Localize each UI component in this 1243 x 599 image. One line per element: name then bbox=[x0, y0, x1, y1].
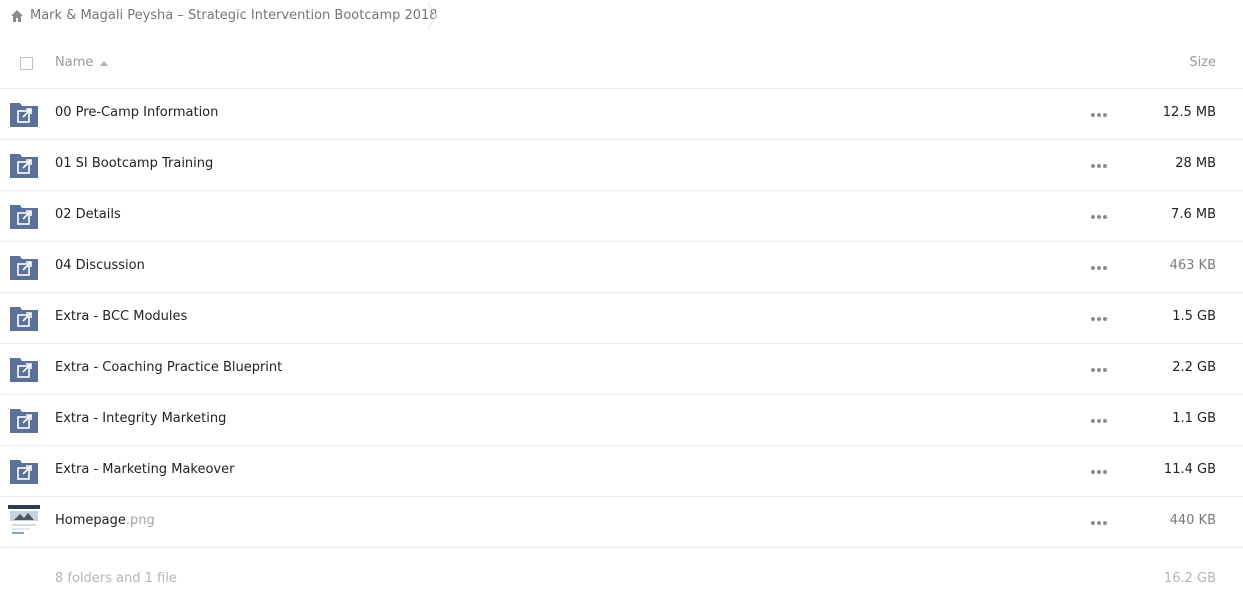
file-size: 440 KB bbox=[1169, 513, 1216, 528]
file-row[interactable]: Extra - Marketing Makeover 11.4 GB bbox=[0, 446, 1243, 497]
file-size: 7.6 MB bbox=[1171, 207, 1216, 222]
file-row[interactable]: Extra - Integrity Marketing 1.1 GB bbox=[0, 395, 1243, 446]
more-actions-icon[interactable] bbox=[1089, 106, 1109, 122]
more-actions-icon[interactable] bbox=[1089, 514, 1109, 530]
file-name[interactable]: 00 Pre-Camp Information bbox=[55, 105, 218, 120]
file-size: 1.1 GB bbox=[1172, 411, 1216, 426]
file-row[interactable]: 04 Discussion 463 KB bbox=[0, 242, 1243, 293]
more-actions-icon[interactable] bbox=[1089, 208, 1109, 224]
more-actions-icon[interactable] bbox=[1089, 310, 1109, 326]
breadcrumb: Mark & Magali Peysha – Strategic Interve… bbox=[0, 0, 1243, 33]
summary-total-size: 16.2 GB bbox=[1163, 571, 1216, 586]
file-extension: .png bbox=[125, 513, 155, 528]
shared-folder-icon bbox=[10, 103, 38, 127]
file-name[interactable]: 01 SI Bootcamp Training bbox=[55, 156, 213, 171]
breadcrumb-separator-icon bbox=[427, 2, 437, 30]
shared-folder-icon bbox=[10, 460, 38, 484]
select-all-checkbox[interactable] bbox=[20, 57, 33, 70]
file-size: 1.5 GB bbox=[1172, 309, 1216, 324]
file-list: 00 Pre-Camp Information 12.5 MB 01 SI Bo… bbox=[0, 89, 1243, 548]
file-size: 28 MB bbox=[1175, 156, 1216, 171]
size-column-header[interactable]: Size bbox=[1189, 55, 1216, 70]
file-name[interactable]: Extra - Coaching Practice Blueprint bbox=[55, 360, 282, 375]
more-actions-icon[interactable] bbox=[1089, 361, 1109, 377]
sort-ascending-icon[interactable] bbox=[100, 61, 108, 66]
breadcrumb-current-folder[interactable]: Mark & Magali Peysha – Strategic Interve… bbox=[30, 8, 438, 23]
shared-folder-icon bbox=[10, 307, 38, 331]
shared-folder-icon bbox=[10, 256, 38, 280]
shared-folder-icon bbox=[10, 154, 38, 178]
file-name[interactable]: Extra - Integrity Marketing bbox=[55, 411, 226, 426]
file-row[interactable]: 00 Pre-Camp Information 12.5 MB bbox=[0, 89, 1243, 140]
file-size: 12.5 MB bbox=[1162, 105, 1216, 120]
name-column-header[interactable]: Name bbox=[55, 55, 93, 70]
more-actions-icon[interactable] bbox=[1089, 463, 1109, 479]
file-name[interactable]: 02 Details bbox=[55, 207, 121, 222]
file-row[interactable]: Homepage.png 440 KB bbox=[0, 497, 1243, 548]
more-actions-icon[interactable] bbox=[1089, 259, 1109, 275]
file-size: 463 KB bbox=[1169, 258, 1216, 273]
image-thumbnail bbox=[8, 505, 40, 537]
summary-count: 8 folders and 1 file bbox=[55, 571, 177, 586]
file-list-summary: 8 folders and 1 file 16.2 GB bbox=[0, 560, 1243, 596]
shared-folder-icon bbox=[10, 358, 38, 382]
file-size: 11.4 GB bbox=[1163, 462, 1216, 477]
file-row[interactable]: 01 SI Bootcamp Training 28 MB bbox=[0, 140, 1243, 191]
home-icon[interactable] bbox=[10, 9, 24, 23]
file-name[interactable]: Extra - BCC Modules bbox=[55, 309, 187, 324]
shared-folder-icon bbox=[10, 409, 38, 433]
file-size: 2.2 GB bbox=[1172, 360, 1216, 375]
file-row[interactable]: Extra - BCC Modules 1.5 GB bbox=[0, 293, 1243, 344]
file-name[interactable]: Homepage.png bbox=[55, 513, 155, 528]
file-name[interactable]: Extra - Marketing Makeover bbox=[55, 462, 234, 477]
file-row[interactable]: Extra - Coaching Practice Blueprint 2.2 … bbox=[0, 344, 1243, 395]
file-name[interactable]: 04 Discussion bbox=[55, 258, 145, 273]
file-row[interactable]: 02 Details 7.6 MB bbox=[0, 191, 1243, 242]
more-actions-icon[interactable] bbox=[1089, 412, 1109, 428]
shared-folder-icon bbox=[10, 205, 38, 229]
more-actions-icon[interactable] bbox=[1089, 157, 1109, 173]
file-list-header: Name Size bbox=[0, 40, 1243, 89]
